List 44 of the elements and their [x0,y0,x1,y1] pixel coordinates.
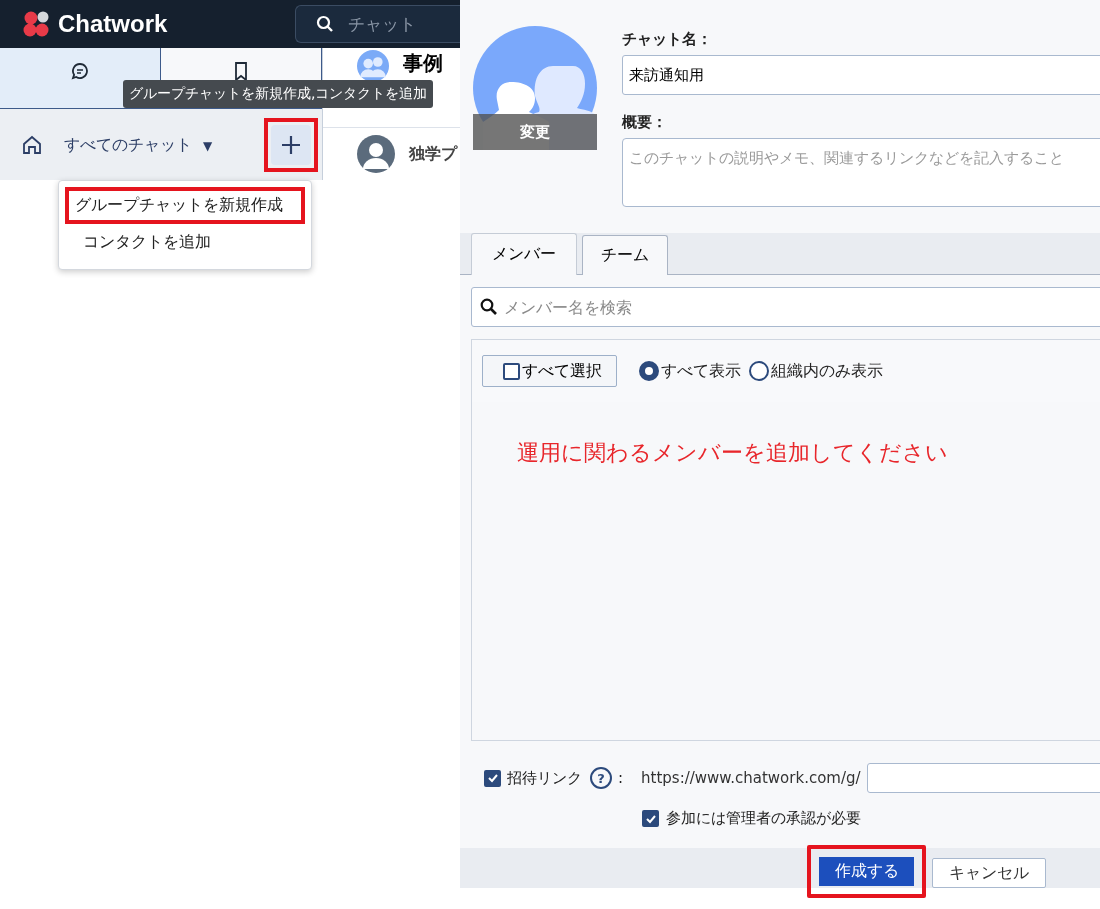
radio-button[interactable] [749,361,769,381]
bookmark-icon [234,62,248,82]
create-button[interactable]: 作成する [807,845,926,898]
member-tab[interactable]: メンバー [471,233,577,275]
checkbox[interactable] [484,769,501,787]
add-button[interactable] [264,118,319,172]
home-icon[interactable] [22,135,42,155]
summary-field[interactable]: このチャットの説明やメモ、関連するリンクなどを記入すること [622,138,1100,207]
url-prefix: https://www.chatwork.com/g/ [641,769,861,787]
plus-icon [280,134,303,156]
summary-label: 概要： [622,113,668,133]
menu-item[interactable]: グループチャットを新規作成 [65,187,305,224]
chat-name-label: チャット名： [622,30,713,49]
menu-item[interactable]: コンタクトを追加 [67,224,303,261]
checkbox[interactable] [503,362,520,380]
room-title: 事例 [403,50,443,77]
user-avatar-icon [357,135,395,173]
annotation-text: 運用に関わるメンバーを追加してください [517,439,949,467]
chat-name-field[interactable]: 来訪通知用 [622,55,1100,96]
member-search-field[interactable]: メンバー名を検索 [471,287,1100,327]
invite-link-field[interactable] [866,763,1100,793]
filter-radio[interactable]: 組織内のみ表示 [749,360,883,382]
search-icon [480,298,498,316]
change-avatar-button[interactable]: 変更 [473,114,597,150]
help-icon[interactable]: ? [590,767,612,789]
checkbox[interactable] [642,810,659,827]
filter-radio[interactable]: すべて表示 [639,360,741,382]
logo-text: Chatwork [58,10,168,38]
group-avatar[interactable]: 変更 [473,26,597,150]
approval-label: 参加には管理者の承認が必要 [666,809,861,828]
checkmark-icon [486,772,499,784]
chat-filter-dropdown[interactable]: すべてのチャット ▼ [64,134,213,156]
invite-link-label: 招待リンク [507,768,582,788]
colon-text: : [618,769,624,787]
cancel-button[interactable]: キャンセル [932,858,1046,888]
group-avatar-icon [357,50,389,82]
member-tab[interactable]: チーム [582,235,668,275]
search-icon [316,15,335,33]
select-all-button[interactable]: すべて選択 [482,355,617,387]
search-field[interactable]: チャット [295,5,460,43]
radio-button[interactable] [639,361,659,381]
room-member-name: 独学プ [409,143,457,165]
tooltip: グループチャットを新規作成,コンタクトを追加 [123,80,434,108]
chat-bubble-icon [71,62,89,80]
